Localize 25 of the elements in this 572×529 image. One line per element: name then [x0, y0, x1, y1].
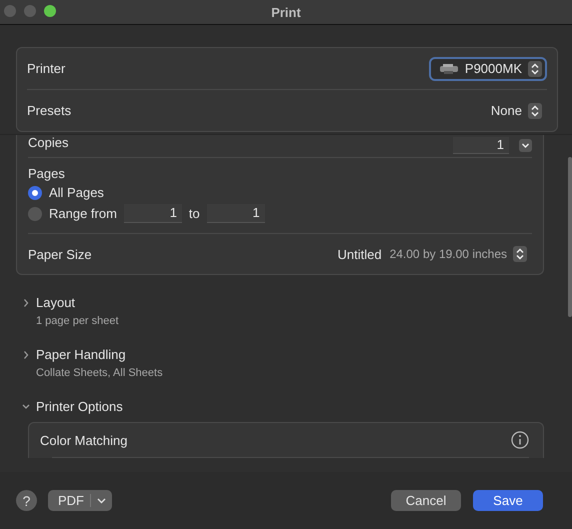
- pages-label: Pages: [28, 166, 66, 181]
- radio-label[interactable]: Range from: [49, 206, 117, 221]
- save-button[interactable]: Save: [473, 490, 543, 511]
- to-label: to: [188, 206, 200, 221]
- range-from-field[interactable]: 1: [124, 204, 182, 223]
- help-button[interactable]: ?: [16, 490, 37, 511]
- presets-label: Presets: [27, 103, 72, 118]
- printer-label: Printer: [27, 61, 66, 76]
- paper-size-popup[interactable]: Untitled 24.00 by 19.00 inches: [328, 242, 532, 266]
- printer-popup[interactable]: P9000MK: [428, 56, 547, 80]
- cancel-button[interactable]: Cancel: [391, 490, 461, 511]
- copies-label: Copies: [28, 135, 68, 150]
- paper-size-label: Paper Size: [28, 246, 92, 262]
- pdf-button[interactable]: PDF: [48, 490, 112, 511]
- section-title[interactable]: Paper Handling: [36, 347, 126, 362]
- color-matching-label: Color Matching: [40, 432, 128, 448]
- section-title[interactable]: Layout: [36, 295, 76, 310]
- window-title: Print: [271, 4, 301, 20]
- range-to-field[interactable]: 1: [206, 204, 265, 223]
- section-summary: 1 page per sheet: [36, 315, 120, 327]
- radio-label[interactable]: All Pages: [49, 185, 104, 200]
- section-title[interactable]: Printer Options: [36, 399, 123, 414]
- copies-field[interactable]: 1: [453, 137, 509, 154]
- presets-popup[interactable]: None: [480, 98, 547, 122]
- section-summary: Collate Sheets, All Sheets: [36, 367, 164, 379]
